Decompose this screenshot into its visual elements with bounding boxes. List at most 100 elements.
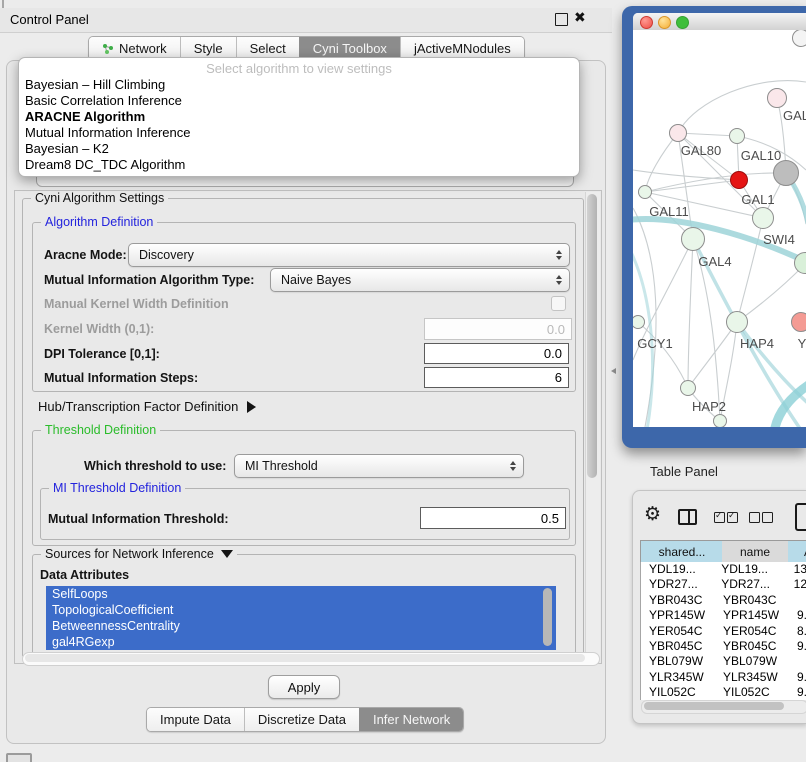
network-node[interactable]	[681, 227, 705, 251]
network-node[interactable]	[792, 30, 806, 47]
zoom-traffic-light-icon[interactable]	[676, 16, 689, 29]
network-node[interactable]	[767, 88, 787, 108]
cell-name: YBR045C	[723, 639, 789, 654]
mi-steps-value: 6	[555, 370, 562, 385]
mi-steps-field[interactable]: 6	[424, 367, 569, 388]
tab-label: Style	[194, 41, 223, 56]
network-canvas[interactable]: GALGAL80GAL10GAL1GAL11SWI4GAL4GCY1HAP4YH…	[633, 30, 806, 427]
network-node[interactable]	[669, 124, 687, 142]
cell-name: YDR27...	[721, 577, 785, 592]
attribute-item-selfloops[interactable]: SelfLoops	[46, 586, 556, 602]
column-header-a[interactable]: A	[788, 540, 806, 563]
column-header-shared[interactable]: shared...	[640, 540, 724, 563]
attributes-list-scrollbar-thumb[interactable]	[543, 588, 552, 646]
kernel-width-field[interactable]: 0.0	[424, 318, 572, 340]
cell-shared-name: YDR27...	[641, 577, 721, 592]
table-row[interactable]: YDR27...YDR27...12	[641, 577, 806, 592]
select-all-checkbox-icon[interactable]	[714, 512, 725, 523]
node-label-swi4: SWI4	[763, 232, 795, 247]
algorithm-option-dream8-dc-tdc-algorithm[interactable]: Dream8 DC_TDC Algorithm	[19, 157, 579, 173]
table-row[interactable]: YER054CYER054C8.	[641, 624, 806, 639]
cell-name: YBR043C	[723, 593, 789, 608]
table-horizontal-scrollbar[interactable]	[641, 700, 806, 714]
network-window-titlebar[interactable]	[633, 13, 806, 31]
sources-group-title-row[interactable]: Sources for Network Inference	[41, 547, 237, 561]
algorithm-option-bayesian-k2[interactable]: Bayesian – K2	[19, 141, 579, 157]
mi-threshold-field[interactable]: 0.5	[420, 507, 566, 529]
algorithm-option-bayesian-hill-climbing[interactable]: Bayesian – Hill Climbing	[19, 77, 579, 93]
control-panel-title: Control Panel	[10, 12, 89, 27]
network-node[interactable]	[773, 160, 799, 186]
tab-discretize-data[interactable]: Discretize Data	[244, 708, 359, 731]
settings-horizontal-scrollbar-thumb[interactable]	[25, 654, 585, 662]
tab-impute-data[interactable]: Impute Data	[147, 708, 244, 731]
table-row[interactable]: YIL052CYIL052C9.	[641, 685, 806, 700]
deselect-all-checkbox-icon[interactable]	[762, 512, 773, 523]
network-node[interactable]	[713, 414, 727, 427]
aracne-mode-label: Aracne Mode:	[44, 248, 127, 262]
table-horizontal-scrollbar-thumb[interactable]	[644, 702, 784, 710]
table-row[interactable]: YBR043CYBR043C	[641, 593, 806, 608]
cell-value: 9.	[789, 685, 806, 700]
hub-definition-toggle[interactable]: Hub/Transcription Factor Definition	[38, 399, 256, 414]
table-row[interactable]: YBR045CYBR045C9.	[641, 639, 806, 654]
apply-button[interactable]: Apply	[268, 675, 340, 699]
algorithm-option-basic-correlation-inference[interactable]: Basic Correlation Inference	[19, 93, 579, 109]
network-node[interactable]	[638, 185, 652, 199]
cell-shared-name: YER054C	[641, 624, 723, 639]
cell-name: YDL19...	[721, 562, 785, 577]
manual-kernel-checkbox[interactable]	[551, 296, 566, 311]
panel-splitter-arrow[interactable]	[611, 368, 616, 374]
float-panel-icon[interactable]	[555, 13, 568, 26]
network-node[interactable]	[730, 171, 748, 189]
attribute-item-topologicalcoefficient[interactable]: TopologicalCoefficient	[46, 602, 556, 618]
control-panel-titlebar	[0, 8, 612, 33]
cell-name: YPR145W	[723, 608, 789, 623]
tab-infer-network[interactable]: Infer Network	[359, 708, 463, 731]
attribute-item-gal4rgexp[interactable]: gal4RGexp	[46, 634, 556, 650]
table-row[interactable]: YPR145WYPR145W9.	[641, 608, 806, 623]
close-traffic-light-icon[interactable]	[640, 16, 653, 29]
aracne-mode-combobox[interactable]: Discovery	[128, 243, 570, 267]
close-icon[interactable]: ✖	[574, 9, 586, 26]
table-panel-title: Table Panel	[650, 464, 718, 479]
settings-horizontal-scrollbar[interactable]	[22, 652, 600, 666]
table-function-icon[interactable]	[795, 503, 806, 531]
column-header-name[interactable]: name	[722, 540, 789, 563]
combo-spinner-icon	[510, 461, 516, 471]
settings-vertical-scrollbar-thumb[interactable]	[587, 194, 597, 478]
cell-shared-name: YBL079W	[641, 654, 723, 669]
cell-value: 9.	[789, 639, 806, 654]
table-row[interactable]: YDL19...YDL19...13	[641, 562, 806, 577]
collapsed-panel-icon[interactable]	[6, 753, 32, 762]
algorithm-popup-placeholder: Select algorithm to view settings	[19, 60, 579, 77]
deselect-all-checkbox-icon[interactable]	[749, 512, 760, 523]
dpi-tolerance-field[interactable]: 0.0	[424, 343, 569, 364]
algorithm-option-mutual-information-inference[interactable]: Mutual Information Inference	[19, 125, 579, 141]
columns-icon[interactable]	[678, 509, 697, 525]
dpi-tolerance-label: DPI Tolerance [0,1]:	[44, 347, 160, 361]
data-attributes-label: Data Attributes	[40, 568, 129, 582]
minimize-traffic-light-icon[interactable]	[658, 16, 671, 29]
network-node[interactable]	[729, 128, 745, 144]
algorithm-popup: Select algorithm to view settings Bayesi…	[18, 57, 580, 177]
cell-shared-name: YDL19...	[641, 562, 721, 577]
network-node[interactable]	[680, 380, 696, 396]
gear-icon[interactable]: ⚙	[644, 504, 661, 526]
table-row[interactable]: YBL079WYBL079W	[641, 654, 806, 669]
network-node[interactable]	[791, 312, 806, 332]
mi-type-value: Naive Bayes	[281, 273, 351, 287]
mi-threshold-group-title: MI Threshold Definition	[49, 481, 185, 495]
network-node[interactable]	[726, 311, 748, 333]
cell-value: 12	[786, 577, 806, 592]
attribute-item-betweennesscentrality[interactable]: BetweennessCentrality	[46, 618, 556, 634]
select-all-checkbox-icon[interactable]	[727, 512, 738, 523]
cell-value: 13	[786, 562, 806, 577]
mi-type-combobox[interactable]: Naive Bayes	[270, 268, 570, 292]
which-threshold-combobox[interactable]: MI Threshold	[234, 454, 524, 478]
algorithm-option-aracne-algorithm[interactable]: ARACNE Algorithm	[19, 109, 579, 125]
threshold-definition-title: Threshold Definition	[41, 423, 160, 437]
table-row[interactable]: YLR345WYLR345W9.	[641, 670, 806, 685]
network-window: GALGAL80GAL10GAL1GAL11SWI4GAL4GCY1HAP4YH…	[633, 13, 806, 427]
network-node[interactable]	[752, 207, 774, 229]
